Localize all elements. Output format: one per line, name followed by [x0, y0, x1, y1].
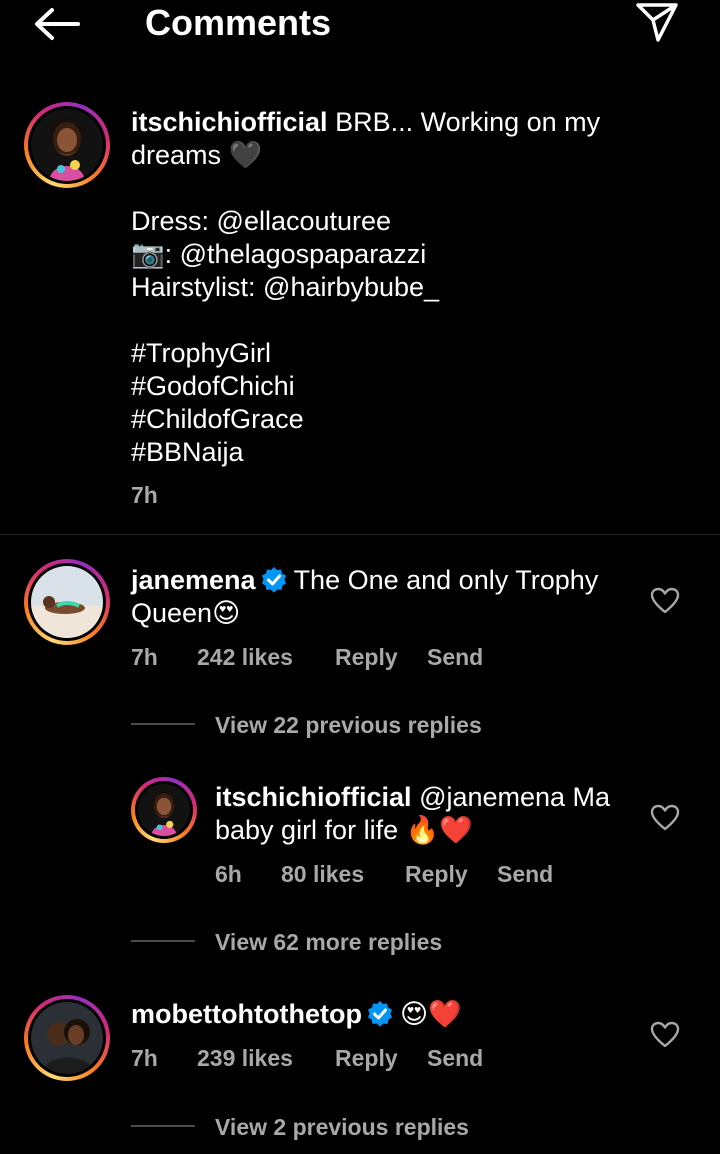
comment-time: 7h — [131, 1045, 158, 1071]
comment-avatar[interactable] — [24, 559, 110, 645]
reply-text-line1: @janemena Ma — [419, 782, 611, 812]
reply-likes[interactable]: 80 likes — [281, 861, 364, 888]
replies-line — [131, 723, 195, 725]
comment-likes[interactable]: 239 likes — [197, 1045, 293, 1072]
verified-badge-icon — [367, 1001, 392, 1027]
mention-link[interactable]: @thelagospaparazzi — [180, 239, 427, 269]
comment-meta: 7h 239 likes Reply Send — [131, 1045, 531, 1073]
comment-body: janemena The One and only Trophy Queen😍 — [131, 564, 631, 630]
mention-link[interactable]: @ellacouturee — [217, 206, 392, 236]
hashtag-link[interactable]: #ChildofGrace — [131, 403, 691, 436]
comment-text-line2: Queen — [131, 598, 213, 628]
caption-text-line1: BRB... Working on my — [335, 107, 601, 137]
verified-badge-icon — [261, 567, 286, 593]
like-heart-icon[interactable] — [650, 803, 680, 833]
reply-body: itschichiofficial @janemena Ma baby girl… — [215, 781, 635, 847]
comment-body: mobettohtothetop 😍❤️ — [131, 998, 631, 1031]
avatar-photo — [31, 566, 103, 638]
hashtag-link[interactable]: #BBNaija — [131, 436, 691, 469]
caption-text-line2: dreams — [131, 140, 222, 170]
hairstylist-label: Hairstylist: — [131, 272, 256, 302]
view-previous-replies-button[interactable]: View 2 previous replies — [215, 1114, 469, 1141]
comment-avatar[interactable] — [24, 995, 110, 1081]
back-arrow-icon — [35, 8, 80, 40]
comment-text-line1: The One and only Trophy — [293, 565, 599, 595]
black-heart-emoji: 🖤 — [228, 140, 263, 171]
like-heart-icon[interactable] — [650, 586, 680, 616]
mention-link[interactable]: @hairbybube_ — [263, 272, 439, 302]
caption-username[interactable]: itschichiofficial — [131, 107, 328, 137]
send-icon — [636, 3, 678, 42]
back-button[interactable] — [28, 0, 84, 48]
send-button[interactable]: Send — [427, 644, 483, 671]
reply-avatar[interactable] — [131, 777, 197, 843]
replies-line — [131, 940, 195, 942]
send-button[interactable]: Send — [427, 1045, 483, 1072]
reply-button[interactable]: Reply — [405, 861, 468, 888]
dress-label: Dress: — [131, 206, 210, 236]
hashtag-link[interactable]: #TrophyGirl — [131, 337, 691, 370]
view-more-replies-button[interactable]: View 62 more replies — [215, 929, 442, 956]
send-button[interactable]: Send — [497, 861, 553, 888]
page-title: Comments — [145, 2, 332, 43]
divider — [0, 534, 720, 535]
comment-likes[interactable]: 242 likes — [197, 644, 293, 671]
camera-icon: 📷 — [131, 239, 165, 270]
caption-body: itschichiofficial BRB... Working on my d… — [131, 106, 691, 469]
heart-eyes-emoji: 😍❤️ — [399, 999, 462, 1030]
caption-time: 7h — [131, 482, 158, 508]
comment-meta: 7h 242 likes Reply Send — [131, 644, 531, 672]
reply-button[interactable]: Reply — [335, 644, 398, 671]
hashtag-link[interactable]: #GodofChichi — [131, 370, 691, 403]
like-heart-icon[interactable] — [650, 1020, 680, 1050]
reply-time: 6h — [215, 861, 242, 887]
reply-meta: 6h 80 likes Reply Send — [215, 861, 615, 889]
replies-line — [131, 1125, 195, 1127]
comment-username[interactable]: mobettohtothetop — [131, 999, 362, 1029]
heart-eyes-emoji: 😍 — [212, 598, 241, 629]
caption-avatar[interactable] — [24, 102, 110, 188]
fire-heart-emoji: 🔥❤️ — [405, 815, 473, 846]
avatar-photo — [138, 784, 190, 836]
comment-time: 7h — [131, 644, 158, 670]
view-previous-replies-button[interactable]: View 22 previous replies — [215, 712, 482, 739]
reply-text-line2: baby girl for life — [215, 815, 399, 845]
avatar-photo — [31, 1002, 103, 1074]
share-button[interactable] — [632, 0, 682, 44]
reply-button[interactable]: Reply — [335, 1045, 398, 1072]
comment-username[interactable]: janemena — [131, 565, 256, 595]
avatar-photo — [31, 109, 103, 181]
reply-username[interactable]: itschichiofficial — [215, 782, 412, 812]
